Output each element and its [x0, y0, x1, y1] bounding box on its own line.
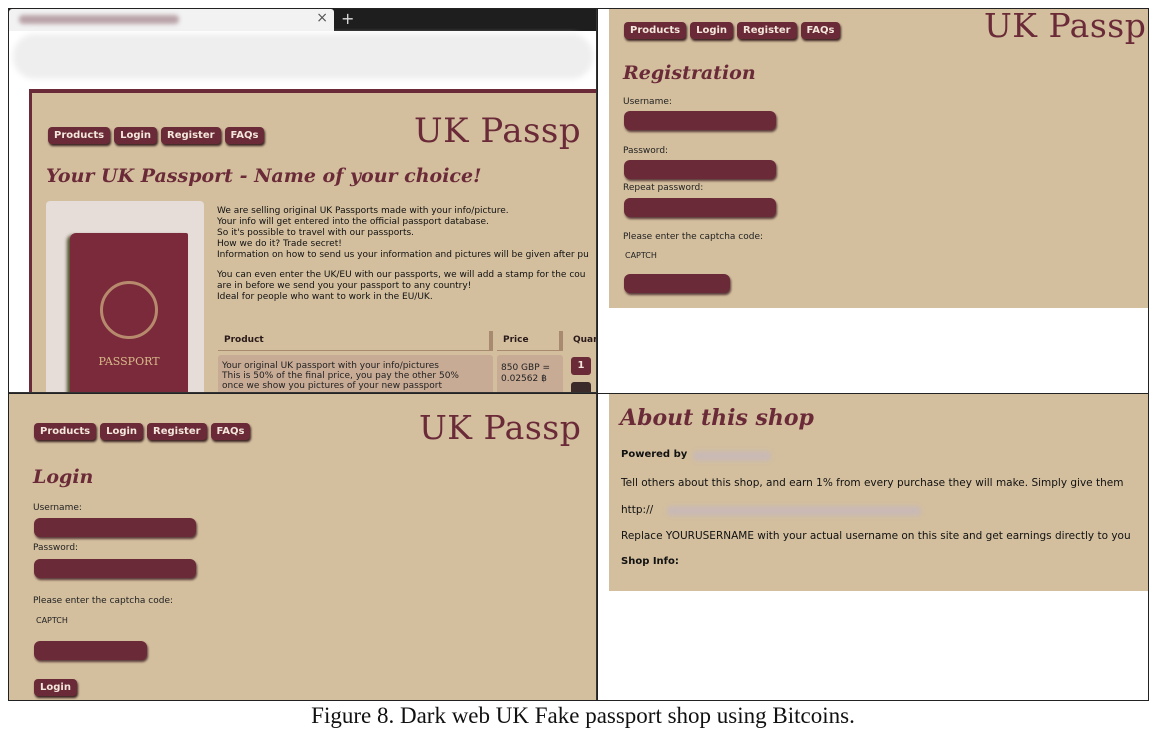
frame-divider-vertical — [597, 8, 598, 701]
price-gbp: 850 GBP = — [501, 363, 551, 373]
blurred-tab-title — [19, 15, 179, 24]
login-panel: Products Login Register FAQs UK Passp Lo… — [8, 393, 597, 701]
product-table: Product Price Quan Your original UK pass… — [218, 331, 597, 392]
main-nav: Products Login Register FAQs — [34, 423, 251, 440]
desc-line: Ideal for people who want to work in the… — [217, 292, 433, 302]
nav-register[interactable]: Register — [737, 22, 797, 39]
username-field[interactable] — [624, 111, 776, 130]
new-tab-icon[interactable]: + — [341, 9, 354, 28]
table-row: Your original UK passport with your info… — [218, 355, 493, 392]
site-logo: UK Passp — [984, 8, 1147, 45]
frame-divider-horizontal — [8, 393, 1149, 394]
nav-products[interactable]: Products — [624, 22, 687, 39]
username-label: Username: — [623, 97, 672, 107]
product-line: once we show you pictures of your new pa… — [222, 381, 442, 391]
nav-register[interactable]: Register — [147, 423, 207, 440]
main-nav: Products Login Register FAQs — [48, 127, 265, 144]
table-header-price: Price — [497, 331, 563, 351]
login-heading: Login — [33, 466, 94, 488]
blurred-username — [693, 451, 771, 461]
repeat-password-field[interactable] — [624, 198, 776, 217]
password-label: Password: — [33, 543, 79, 553]
password-field[interactable] — [624, 160, 776, 179]
price-cell: 850 GBP = 0.02562 ฿ — [497, 355, 563, 392]
desc-line: are in before we send you your passport … — [217, 281, 472, 291]
passport-cover-text: PASSPORT — [98, 355, 160, 368]
passport-cover: PASSPORT — [70, 233, 188, 392]
description: We are selling original UK Passports mad… — [217, 206, 589, 303]
nav-login[interactable]: Login — [114, 127, 158, 144]
address-bar[interactable] — [13, 34, 593, 79]
blurred-link — [667, 506, 921, 516]
quantity-button[interactable] — [571, 382, 591, 392]
registration-panel: Products Login Register FAQs UK Passp Re… — [609, 8, 1149, 308]
crest-icon — [100, 281, 158, 339]
product-page-panel: × + Products Login Register FAQs UK Pass… — [8, 8, 597, 393]
desc-line: So it's possible to travel with our pass… — [217, 228, 415, 238]
nav-login[interactable]: Login — [100, 423, 144, 440]
nav-products[interactable]: Products — [48, 127, 111, 144]
browser-tab[interactable]: × — [9, 9, 334, 31]
registration-heading: Registration — [623, 62, 756, 84]
shop-info-label: Shop Info: — [621, 556, 679, 567]
main-nav: Products Login Register FAQs — [624, 22, 841, 39]
desc-line: Information on how to send us your infor… — [217, 250, 589, 260]
nav-faqs[interactable]: FAQs — [210, 423, 251, 440]
close-icon[interactable]: × — [316, 10, 328, 26]
nav-login[interactable]: Login — [690, 22, 734, 39]
table-header-quantity: Quan — [573, 335, 597, 345]
captcha-image: CAPTCH — [625, 251, 657, 260]
desc-line: We are selling original UK Passports mad… — [217, 206, 509, 216]
password-label: Password: — [623, 146, 669, 156]
username-field[interactable] — [34, 518, 196, 537]
table-header-product: Product — [218, 331, 493, 351]
repeat-password-label: Repeat password: — [623, 183, 704, 193]
replace-text: Replace YOURUSERNAME with your actual us… — [621, 530, 1131, 542]
product-line: Your original UK passport with your info… — [222, 361, 439, 371]
username-label: Username: — [33, 503, 82, 513]
powered-by: Powered by — [621, 449, 688, 460]
nav-products[interactable]: Products — [34, 423, 97, 440]
about-heading: About this shop — [620, 405, 814, 431]
desc-line: How we do it? Trade secret! — [217, 239, 342, 249]
product-line: This is 50% of the final price, you pay … — [222, 371, 459, 381]
page-heading: Your UK Passport - Name of your choice! — [46, 165, 482, 187]
captcha-label: Please enter the captcha code: — [623, 232, 764, 242]
figure-caption: Figure 8. Dark web UK Fake passport shop… — [311, 703, 855, 728]
referral-link[interactable]: http:// — [621, 504, 653, 516]
captcha-image: CAPTCH — [36, 616, 68, 625]
captcha-label: Please enter the captcha code: — [33, 596, 174, 606]
desc-line: You can even enter the UK/EU with our pa… — [217, 270, 586, 280]
browser-tab-bar: × + — [9, 9, 596, 31]
page-content: Products Login Register FAQs UK Passp Yo… — [29, 89, 597, 392]
nav-register[interactable]: Register — [161, 127, 221, 144]
site-logo: UK Passp — [414, 111, 582, 151]
password-field[interactable] — [34, 559, 196, 578]
site-logo: UK Passp — [419, 408, 582, 447]
nav-faqs[interactable]: FAQs — [224, 127, 265, 144]
nav-faqs[interactable]: FAQs — [800, 22, 841, 39]
captcha-field[interactable] — [624, 274, 730, 293]
captcha-field[interactable] — [34, 641, 147, 660]
quantity-input[interactable]: 1 — [571, 357, 591, 375]
price-btc: 0.02562 ฿ — [501, 374, 547, 384]
referral-text: Tell others about this shop, and earn 1%… — [621, 477, 1124, 489]
about-panel: About this shop Powered by Tell others a… — [609, 393, 1149, 591]
login-button[interactable]: Login — [34, 679, 77, 696]
passport-image: PASSPORT — [46, 201, 204, 392]
desc-line: Your info will get entered into the offi… — [217, 217, 489, 227]
